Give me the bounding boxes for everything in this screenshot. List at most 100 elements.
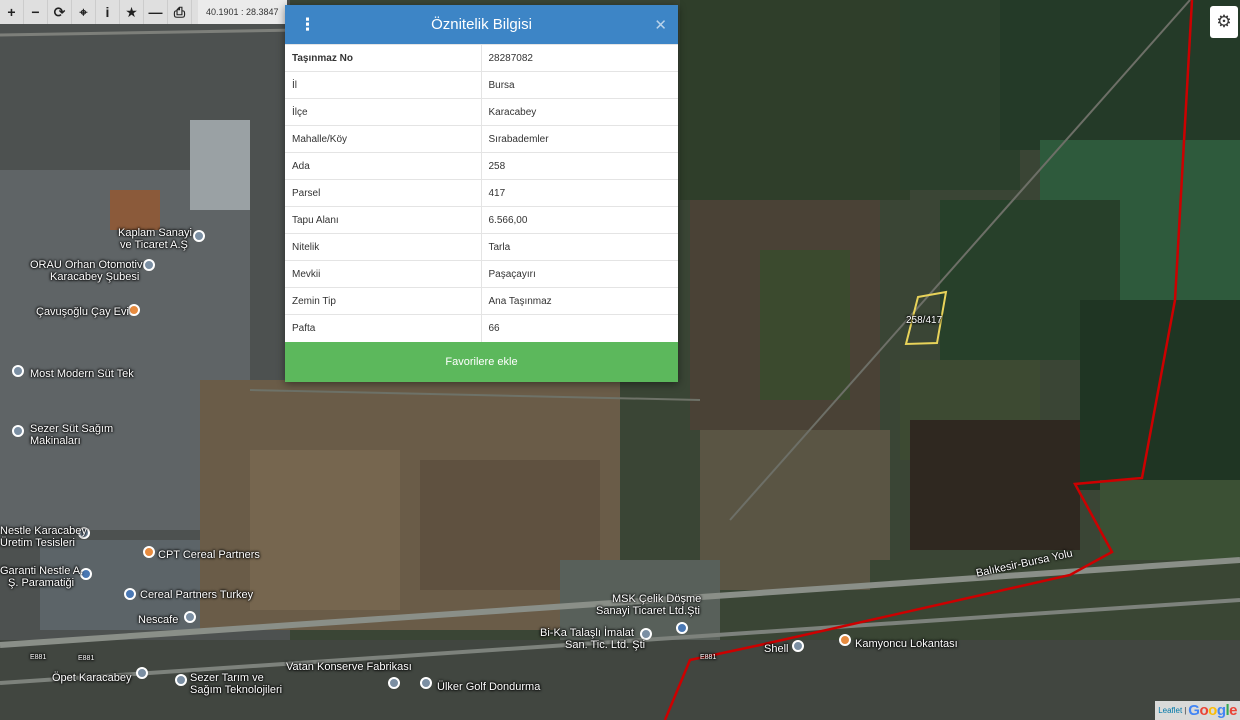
poi-pin-icon[interactable] — [388, 677, 400, 689]
map-label: Sezer Tarım ve — [190, 672, 264, 684]
map-label: Sağım Teknolojileri — [190, 684, 283, 696]
add-to-favorites-button[interactable]: Favorilere ekle — [285, 341, 678, 382]
poi-pin-icon[interactable] — [193, 230, 205, 242]
attribute-value: Karacabey — [481, 98, 678, 126]
poi-pin-icon[interactable] — [175, 674, 187, 686]
map-label: Sanayi Ticaret Ltd.Şti — [596, 605, 700, 617]
attribute-row: Nitelik Tarla — [285, 233, 678, 261]
google-logo-letter: o — [1208, 702, 1217, 719]
star-icon[interactable]: ★ — [120, 0, 144, 24]
attribute-value: 6.566,00 — [481, 206, 678, 234]
info-icon[interactable]: i — [96, 0, 120, 24]
zoom-out-icon[interactable]: − — [24, 0, 48, 24]
map-label: Çavuşoğlu Çay Evi — [36, 306, 129, 318]
attribute-value: Bursa — [481, 71, 678, 99]
parcel-label: 258/417 — [906, 315, 943, 326]
print-icon[interactable]: ⎙ — [168, 0, 192, 24]
map-label: Nestle Karacabey — [0, 525, 87, 537]
attribute-key: İlçe — [285, 98, 482, 126]
attribute-table: Taşınmaz No 28287082 İl Bursa İlçe Karacabey M… — [285, 44, 678, 342]
attribute-key: Taşınmaz No — [285, 44, 482, 72]
kebab-menu-icon[interactable]: ⋮ — [299, 5, 316, 44]
map-label: Garanti Nestle A. — [0, 565, 84, 577]
locate-icon[interactable]: ⌖ — [72, 0, 96, 24]
road-shield: E881 — [700, 654, 717, 661]
map-label: Üretim Tesisleri — [0, 537, 75, 549]
map-label: Öpet Karacabey — [52, 672, 132, 684]
attribute-value: Sırabademler — [481, 125, 678, 153]
attribute-row: Parsel 417 — [285, 179, 678, 207]
gear-icon[interactable]: ⚙ — [1210, 6, 1238, 38]
attribute-key: İl — [285, 71, 482, 99]
poi-pin-icon[interactable] — [12, 365, 24, 377]
map-label: ve Ticaret A.Ş — [120, 239, 188, 251]
attribute-value: Ana Taşınmaz — [481, 287, 678, 315]
attribute-key: Zemin Tip — [285, 287, 482, 315]
attribute-value: 258 — [481, 152, 678, 180]
attribute-key: Mahalle/Köy — [285, 125, 482, 153]
map-label: Ş. Paramatiği — [8, 577, 75, 589]
panel-title: Öznitelik Bilgisi — [431, 16, 532, 33]
measure-icon[interactable]: — — [144, 0, 168, 24]
attribute-row: Mahalle/Köy Sırabademler — [285, 125, 678, 153]
shopping-pin-icon[interactable] — [124, 588, 136, 600]
map-label: Sezer Süt Sağım — [30, 423, 114, 435]
attribute-row: Taşınmaz No 28287082 — [285, 44, 678, 72]
poi-pin-icon[interactable] — [420, 677, 432, 689]
map-label: Kaplam Sanayi — [118, 227, 192, 239]
map-label: Karacabey Şubesi — [50, 271, 140, 283]
attribute-panel: ⋮ Öznitelik Bilgisi ✕ Taşınmaz No 2828708… — [285, 5, 678, 382]
attribute-value: 417 — [481, 179, 678, 207]
bank-pin-icon[interactable] — [676, 622, 688, 634]
coordinate-readout: 40.1901 : 28.3847 — [198, 0, 287, 24]
google-logo-letter: o — [1199, 702, 1209, 719]
attribute-row: Zemin Tip Ana Taşınmaz — [285, 287, 678, 315]
attribute-row: Tapu Alanı 6.566,00 — [285, 206, 678, 234]
map-label: ORAU Orhan Otomotiv — [30, 259, 143, 271]
refresh-icon[interactable]: ⟳ — [48, 0, 72, 24]
map-label: Cereal Partners Turkey — [140, 589, 254, 601]
zoom-in-icon[interactable]: + — [0, 0, 24, 24]
panel-header: ⋮ Öznitelik Bilgisi ✕ — [285, 5, 678, 44]
poi-pin-icon[interactable] — [184, 611, 196, 623]
attribute-row: Mevkii Paşaçayırı — [285, 260, 678, 288]
map-toolbar: + − ⟳ ⌖ i ★ — ⎙ 40.1901 : 28.3847 — [0, 0, 287, 24]
map-label: Vatan Konserve Fabrikası — [286, 661, 412, 673]
google-logo-letter: e — [1229, 702, 1237, 719]
attribute-key: Mevkii — [285, 260, 482, 288]
map-attribution: Leaflet | Google — [1155, 701, 1240, 720]
attribute-key: Nitelik — [285, 233, 482, 261]
leaflet-link[interactable]: Leaflet — [1158, 706, 1182, 715]
poi-pin-icon[interactable] — [128, 304, 140, 316]
attribute-key: Pafta — [285, 314, 482, 342]
attribute-value: Tarla — [481, 233, 678, 261]
road-shield: E881 — [78, 655, 95, 662]
restaurant-pin-icon[interactable] — [839, 634, 851, 646]
fuel-pin-icon[interactable] — [792, 640, 804, 652]
attribute-value: 66 — [481, 314, 678, 342]
poi-pin-icon[interactable] — [143, 546, 155, 558]
road-shield: E881 — [30, 654, 47, 661]
map-label: Kamyoncu Lokantası — [855, 638, 958, 650]
map-label: Makinaları — [30, 435, 81, 447]
map-label: Shell — [764, 643, 789, 655]
poi-pin-icon[interactable] — [143, 259, 155, 271]
attribute-row: İlçe Karacabey — [285, 98, 678, 126]
attribute-key: Tapu Alanı — [285, 206, 482, 234]
google-logo: Google — [1188, 702, 1237, 719]
map-label: Ülker Golf Dondurma — [437, 681, 541, 693]
poi-pin-icon[interactable] — [12, 425, 24, 437]
attribute-row: Pafta 66 — [285, 314, 678, 342]
map-label: Nescafe — [138, 614, 179, 626]
attribute-row: İl Bursa — [285, 71, 678, 99]
attribution-separator: | — [1184, 706, 1187, 715]
attribute-key: Ada — [285, 152, 482, 180]
close-icon[interactable]: ✕ — [654, 5, 667, 44]
attribute-row: Ada 258 — [285, 152, 678, 180]
fuel-pin-icon[interactable] — [136, 667, 148, 679]
map-label: Most Modern Süt Tek — [30, 368, 134, 380]
attribute-value: 28287082 — [481, 44, 678, 72]
map-label: San. Tic. Ltd. Şti — [565, 639, 646, 651]
google-logo-letter: G — [1188, 702, 1200, 719]
map-label: Bi-Ka Talaşlı İmalat — [540, 627, 634, 639]
